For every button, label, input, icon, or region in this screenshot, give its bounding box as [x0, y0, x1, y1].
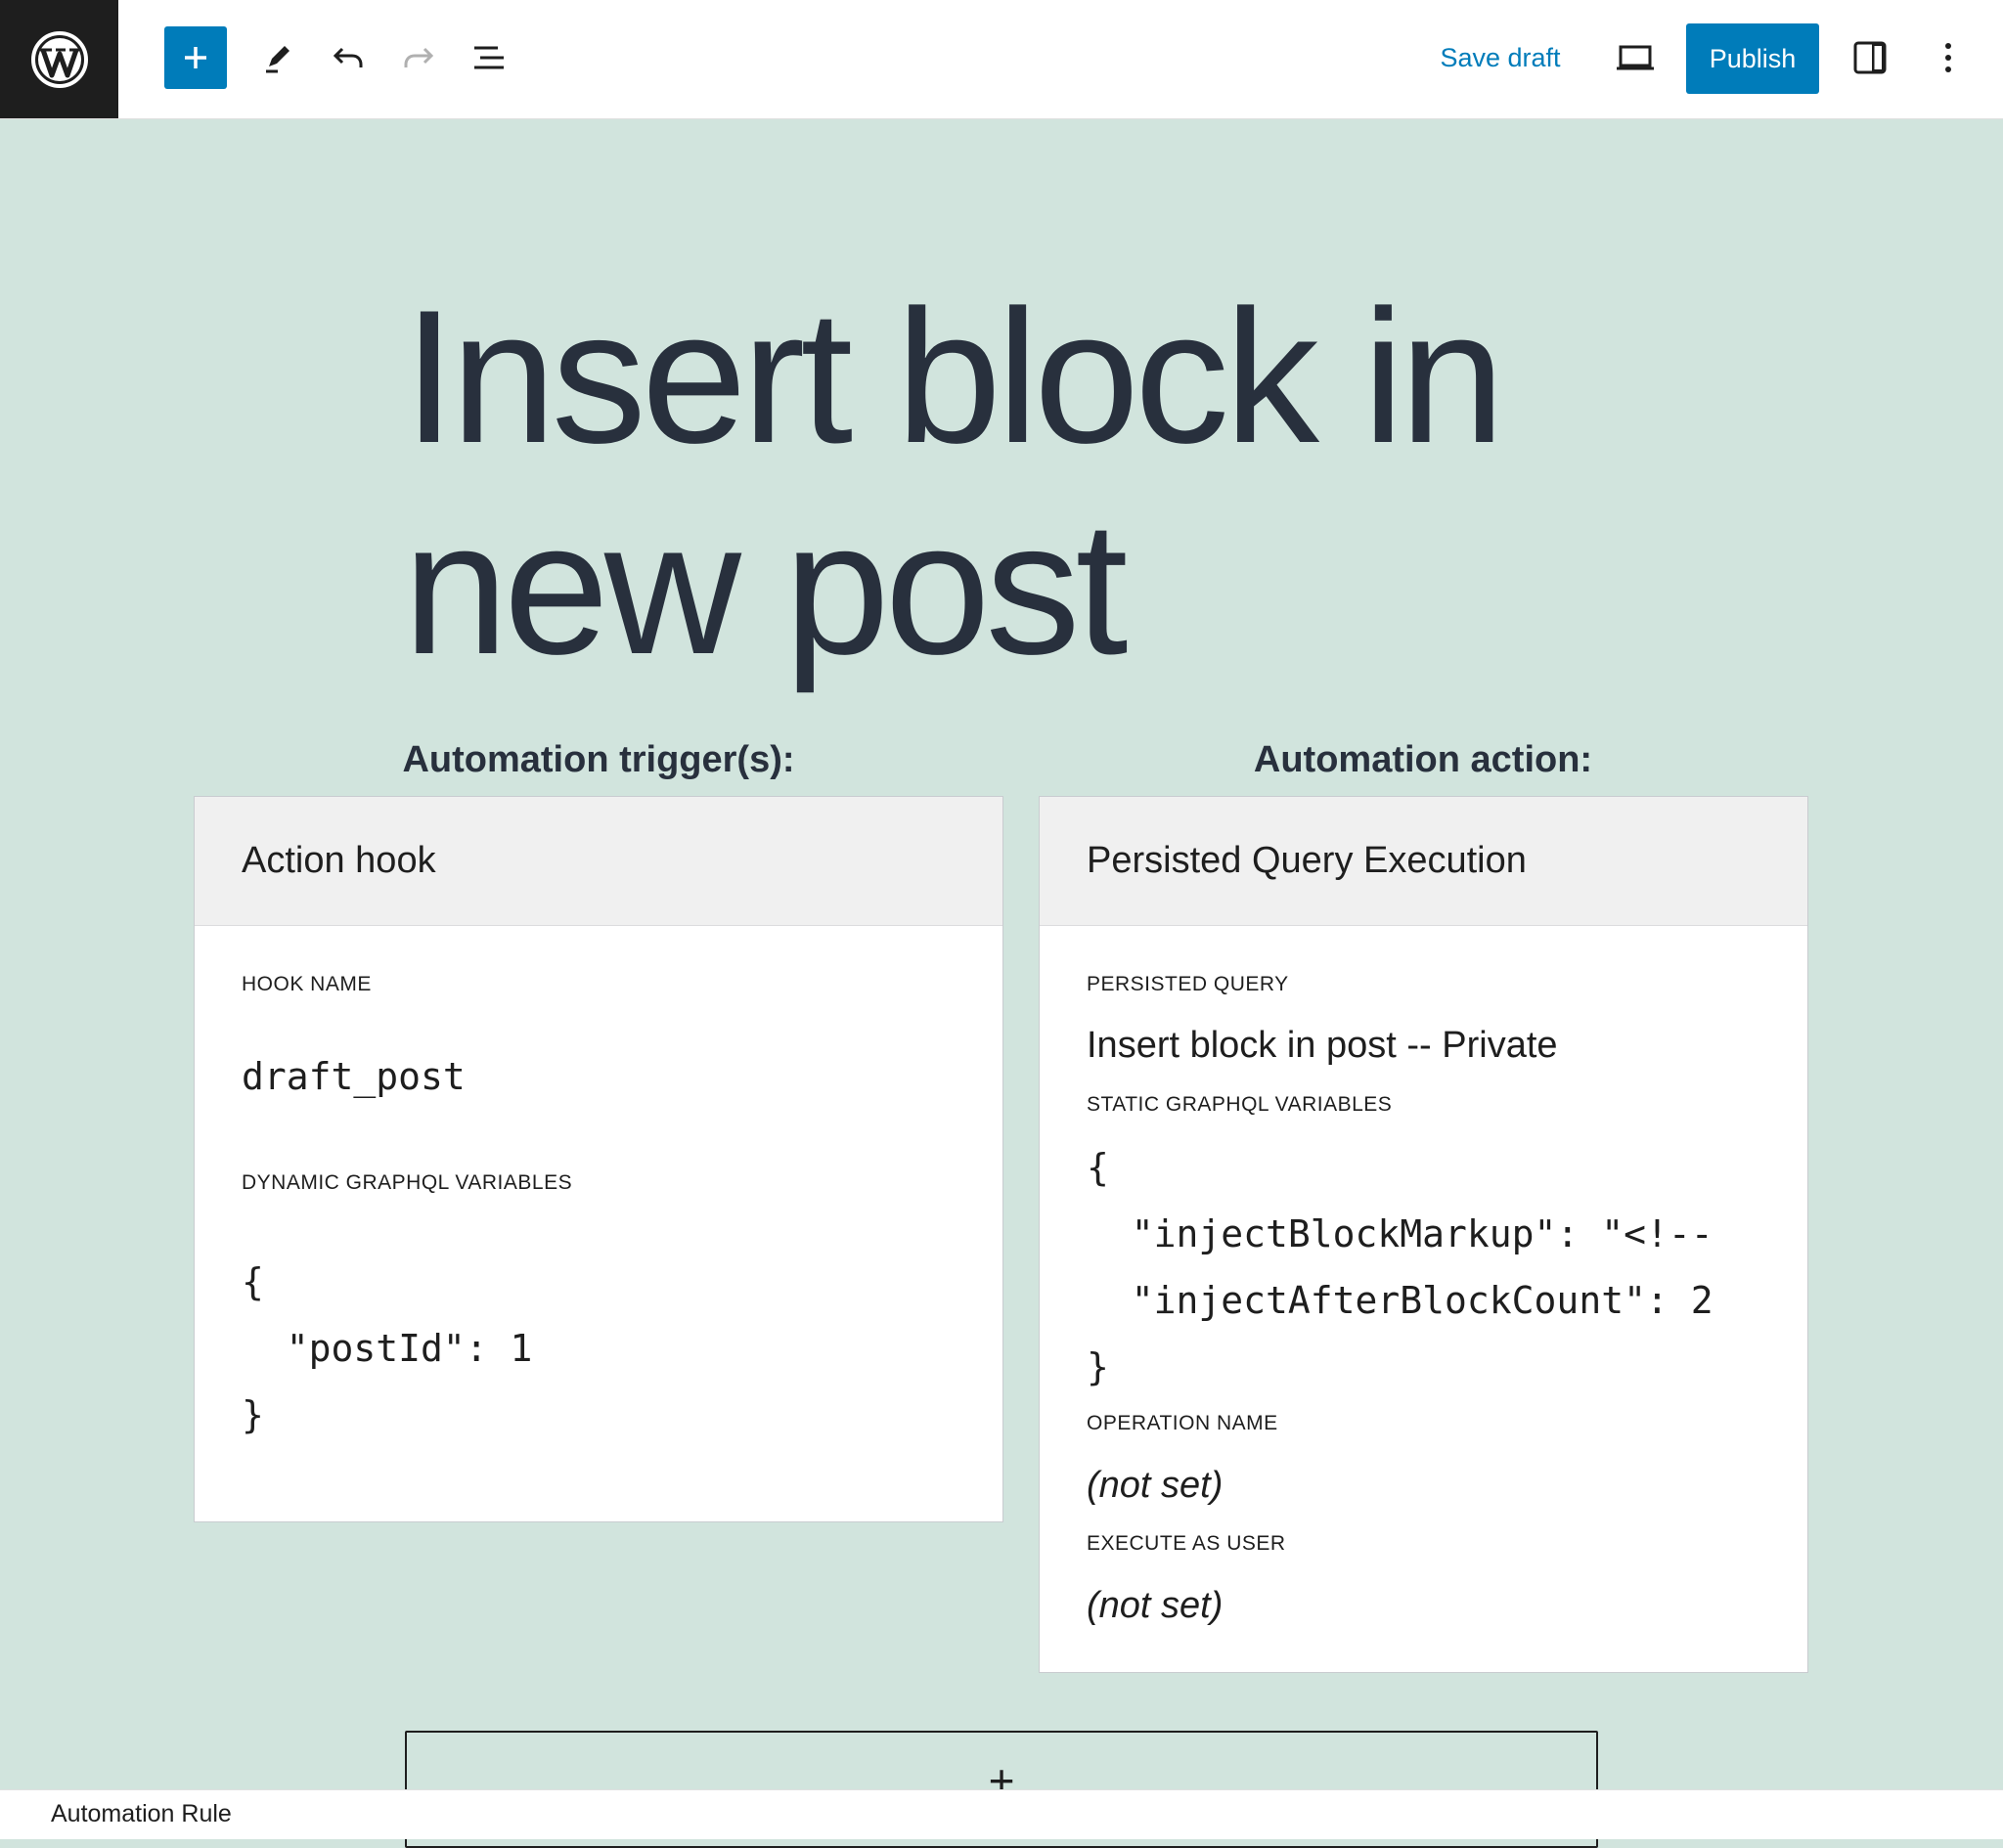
- execute-as-user-label: EXECUTE AS USER: [1087, 1532, 1286, 1555]
- options-button[interactable]: [1917, 26, 1980, 89]
- pencil-icon: [266, 46, 289, 73]
- static-vars-value: { "injectBlockMarkup": "<!-- "injectAfte…: [1087, 1146, 1714, 1388]
- operation-name-label: OPERATION NAME: [1087, 1412, 1278, 1434]
- sidebar-icon: [1853, 41, 1887, 74]
- persisted-query-card[interactable]: Persisted Query Execution PERSISTED QUER…: [1039, 796, 1808, 1673]
- laptop-icon: [1617, 45, 1654, 70]
- block-breadcrumb-bar: Automation Rule: [0, 1789, 2003, 1839]
- publish-button[interactable]: Publish: [1686, 23, 1819, 94]
- action-hook-card-title: Action hook: [195, 797, 1002, 926]
- more-vertical-icon: [1945, 43, 1951, 72]
- post-title[interactable]: Insert block in new post: [403, 272, 1674, 694]
- operation-name-value: (not set): [1087, 1465, 1224, 1506]
- hook-name-value: draft_post: [242, 1055, 466, 1098]
- settings-button[interactable]: [1839, 26, 1901, 89]
- persisted-query-label: PERSISTED QUERY: [1087, 973, 1289, 995]
- dynamic-vars-value: { "postId": 1 }: [242, 1260, 533, 1436]
- preview-button[interactable]: [1604, 26, 1667, 89]
- action-hook-card[interactable]: Action hook HOOK NAME draft_post DYNAMIC…: [194, 796, 1003, 1522]
- plus-icon: [185, 47, 206, 68]
- persisted-query-card-title: Persisted Query Execution: [1040, 797, 1807, 926]
- action-heading: Automation action:: [1253, 739, 1593, 780]
- redo-icon: [404, 47, 434, 67]
- editor-toolbar: Save draft Publish: [0, 0, 2003, 119]
- persisted-query-value: Insert block in post -- Private: [1087, 1025, 1558, 1066]
- document-overview-button[interactable]: [458, 26, 520, 89]
- execute-as-user-value: (not set): [1087, 1585, 1224, 1626]
- trigger-heading: Automation trigger(s):: [402, 739, 795, 780]
- undo-button[interactable]: [317, 26, 379, 89]
- hook-name-label: HOOK NAME: [242, 973, 372, 995]
- undo-icon: [333, 47, 363, 67]
- dynamic-vars-label: DYNAMIC GRAPHQL VARIABLES: [242, 1171, 573, 1194]
- breadcrumb-item[interactable]: Automation Rule: [51, 1800, 232, 1828]
- static-vars-label: STATIC GRAPHQL VARIABLES: [1087, 1093, 1393, 1116]
- add-block-button[interactable]: [164, 26, 227, 89]
- save-draft-button[interactable]: Save draft: [1424, 26, 1577, 89]
- wordpress-logo-icon[interactable]: [0, 0, 118, 118]
- list-view-icon: [474, 46, 504, 69]
- tools-button[interactable]: [246, 26, 309, 89]
- redo-button[interactable]: [387, 26, 450, 89]
